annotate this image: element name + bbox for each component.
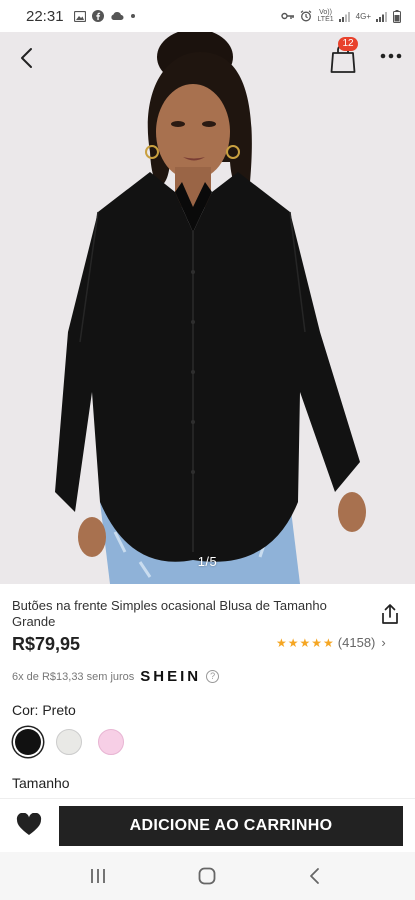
product-price: R$79,95	[12, 634, 81, 654]
product-title: Butões na frente Simples ocasional Blusa…	[12, 598, 327, 629]
android-navigation-bar	[0, 852, 415, 900]
key-icon	[281, 12, 295, 20]
volte-label: Vo)) LTE1	[317, 9, 334, 23]
signal-icon-2	[376, 11, 387, 22]
network-label: 4G+	[355, 11, 371, 21]
color-swatch-preto[interactable]	[15, 729, 41, 755]
color-label: Cor: Preto	[12, 702, 76, 718]
installment-info: 6x de R$13,33 sem juros SHEIN ?	[12, 668, 220, 685]
image-counter: 1/5	[197, 554, 218, 569]
rating-summary[interactable]: ★★★★★ (4158) ›	[276, 635, 386, 650]
color-swatch-offwhite[interactable]	[56, 729, 82, 755]
battery-icon	[393, 9, 401, 23]
image-icon	[73, 10, 86, 22]
facebook-icon	[91, 10, 104, 22]
back-button[interactable]	[14, 44, 42, 72]
status-time: 22:31	[26, 7, 64, 25]
heart-icon[interactable]	[16, 813, 42, 837]
review-count: (4158)	[337, 635, 376, 650]
share-icon[interactable]	[378, 602, 402, 626]
product-image-gallery[interactable]: 12 1/5	[0, 32, 415, 584]
shein-logo: SHEIN	[140, 668, 202, 685]
more-horizontal-icon[interactable]	[376, 46, 406, 66]
alarm-icon	[301, 10, 312, 22]
cart-count-badge: 12	[338, 37, 358, 51]
status-bar: 22:31 Vo)) LTE1 4G+	[0, 0, 415, 32]
recent-apps-icon[interactable]	[86, 864, 110, 888]
back-icon[interactable]	[303, 864, 327, 888]
star-rating-icon: ★★★★★	[276, 635, 335, 650]
dot-icon	[130, 14, 135, 18]
home-icon[interactable]	[195, 864, 219, 888]
add-to-cart-button[interactable]: ADICIONE AO CARRINHO	[59, 806, 403, 846]
installment-text: 6x de R$13,33 sem juros	[12, 670, 135, 683]
color-swatch-rosa[interactable]	[98, 729, 124, 755]
signal-icon	[338, 11, 350, 22]
action-bar: ADICIONE AO CARRINHO	[0, 798, 415, 852]
cloud-icon	[110, 12, 124, 20]
size-label: Tamanho	[12, 775, 70, 791]
product-photo	[0, 32, 415, 584]
info-icon[interactable]: ?	[206, 670, 220, 683]
chevron-right-icon: ›	[381, 635, 386, 650]
